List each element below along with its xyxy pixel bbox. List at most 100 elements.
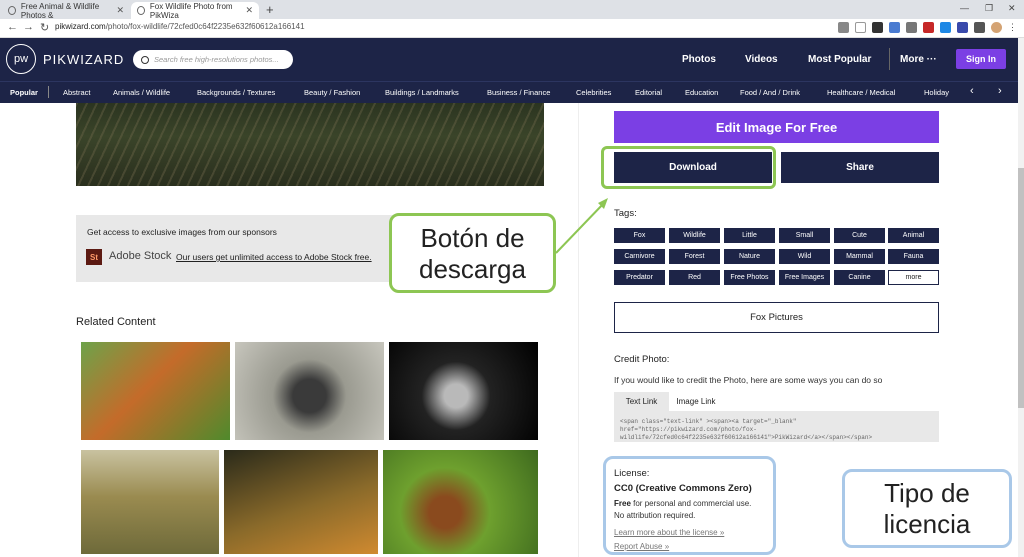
report-abuse-link[interactable]: Report Abuse » bbox=[614, 542, 669, 551]
globe-icon bbox=[137, 6, 145, 15]
chevron-left-icon[interactable]: ‹ bbox=[970, 85, 974, 97]
tag-button[interactable]: Free Photos bbox=[724, 270, 775, 285]
browser-tab[interactable]: Free Animal & Wildlife Photos & ✕ bbox=[2, 2, 130, 20]
license-attribution: No attribution required. bbox=[614, 511, 696, 520]
license-name: CC0 (Creative Commons Zero) bbox=[614, 483, 752, 494]
category-item[interactable]: Editorial bbox=[635, 88, 662, 97]
related-image[interactable] bbox=[235, 342, 384, 440]
adobe-stock-link[interactable]: Our users get unlimited access to Adobe … bbox=[176, 252, 391, 262]
credit-code[interactable]: <span class="text-link" ><span><a target… bbox=[614, 411, 939, 442]
tags-label: Tags: bbox=[614, 208, 637, 219]
tag-button[interactable]: Canine bbox=[834, 270, 885, 285]
edit-image-button[interactable]: Edit Image For Free bbox=[614, 111, 939, 143]
tag-button[interactable]: Wildlife bbox=[669, 228, 720, 243]
divider bbox=[48, 86, 49, 98]
new-tab-button[interactable]: + bbox=[266, 2, 274, 17]
tag-button[interactable]: Forest bbox=[669, 249, 720, 264]
browser-tab-bar: Free Animal & Wildlife Photos & ✕ Fox Wi… bbox=[0, 0, 1024, 20]
close-icon[interactable]: ✕ bbox=[116, 5, 124, 16]
callout-line: licencia bbox=[883, 509, 971, 539]
category-item[interactable]: Animals / Wildlife bbox=[113, 88, 170, 97]
window-close-icon[interactable]: ✕ bbox=[1008, 3, 1016, 14]
url-path: /photo/fox-wildlife/72cfed0c64f2235e632f… bbox=[105, 22, 305, 31]
fox-pictures-button[interactable]: Fox Pictures bbox=[614, 302, 939, 333]
extension-icon[interactable] bbox=[889, 22, 900, 33]
tag-button[interactable]: Animal bbox=[888, 228, 939, 243]
nav-videos[interactable]: Videos bbox=[745, 54, 778, 65]
globe-icon bbox=[8, 6, 16, 15]
sign-in-button[interactable]: Sign In bbox=[956, 49, 1006, 69]
logo[interactable]: pw bbox=[6, 44, 36, 74]
sponsor-title: Get access to exclusive images from our … bbox=[87, 227, 277, 237]
tag-button[interactable]: Carnivore bbox=[614, 249, 665, 264]
tag-button[interactable]: Fauna bbox=[888, 249, 939, 264]
category-item[interactable]: Backgrounds / Textures bbox=[197, 88, 275, 97]
tag-button[interactable]: Fox bbox=[614, 228, 665, 243]
related-image[interactable] bbox=[224, 450, 378, 554]
avatar[interactable] bbox=[991, 22, 1002, 33]
divider bbox=[889, 48, 890, 70]
related-image[interactable] bbox=[81, 450, 219, 554]
search-icon bbox=[141, 55, 149, 64]
credit-description: If you would like to credit the Photo, h… bbox=[614, 375, 883, 385]
share-button[interactable]: Share bbox=[781, 152, 939, 183]
category-popular[interactable]: Popular bbox=[10, 88, 38, 97]
category-item[interactable]: Food / And / Drink bbox=[740, 88, 800, 97]
nav-most-popular[interactable]: Most Popular bbox=[808, 54, 871, 65]
tag-button[interactable]: Mammal bbox=[834, 249, 885, 264]
tag-button[interactable]: Red bbox=[669, 270, 720, 285]
forward-icon[interactable]: → bbox=[23, 21, 34, 33]
chevron-right-icon[interactable]: › bbox=[998, 85, 1002, 97]
close-icon[interactable]: ✕ bbox=[245, 5, 253, 16]
minimize-icon[interactable]: — bbox=[960, 3, 969, 13]
divider bbox=[578, 103, 579, 557]
address-bar: ← → ↻ pikwizard.com/photo/fox-wildlife/7… bbox=[0, 19, 1024, 38]
tag-button[interactable]: Little bbox=[724, 228, 775, 243]
extension-icon[interactable] bbox=[940, 22, 951, 33]
scrollbar-thumb[interactable] bbox=[1018, 168, 1024, 408]
learn-more-link[interactable]: Learn more about the license » bbox=[614, 528, 724, 537]
category-item[interactable]: Celebrities bbox=[576, 88, 611, 97]
category-item[interactable]: Business / Finance bbox=[487, 88, 550, 97]
tag-button[interactable]: Predator bbox=[614, 270, 665, 285]
tab-text-link[interactable]: Text Link bbox=[614, 392, 669, 411]
menu-icon[interactable]: ⋮ bbox=[1008, 22, 1017, 33]
extension-icon[interactable] bbox=[872, 22, 883, 33]
extension-icon[interactable] bbox=[957, 22, 968, 33]
search-placeholder: Search free high-resolutions photos... bbox=[154, 55, 279, 64]
search-input[interactable]: Search free high-resolutions photos... bbox=[133, 50, 293, 69]
back-icon[interactable]: ← bbox=[7, 21, 18, 33]
extension-icon[interactable] bbox=[906, 22, 917, 33]
translate-icon[interactable] bbox=[838, 22, 849, 33]
category-item[interactable]: Abstract bbox=[63, 88, 91, 97]
maximize-icon[interactable]: ❐ bbox=[985, 3, 993, 14]
related-image[interactable] bbox=[389, 342, 538, 440]
category-item[interactable]: Beauty / Fashion bbox=[304, 88, 360, 97]
extension-icon[interactable] bbox=[923, 22, 934, 33]
reload-icon[interactable]: ↻ bbox=[40, 21, 49, 34]
star-icon[interactable] bbox=[855, 22, 866, 33]
tab-image-link[interactable]: Image Link bbox=[671, 392, 721, 411]
tag-button[interactable]: Cute bbox=[834, 228, 885, 243]
tag-button[interactable]: Free Images bbox=[779, 270, 830, 285]
category-item[interactable]: Healthcare / Medical bbox=[827, 88, 895, 97]
tag-button[interactable]: Wild bbox=[779, 249, 830, 264]
nav-photos[interactable]: Photos bbox=[682, 54, 716, 65]
puzzle-icon[interactable] bbox=[974, 22, 985, 33]
adobe-stock-logo: St bbox=[86, 249, 102, 265]
nav-more[interactable]: More ··· bbox=[900, 54, 937, 65]
tag-button[interactable]: Nature bbox=[724, 249, 775, 264]
tag-button[interactable]: Small bbox=[779, 228, 830, 243]
callout-line: Botón de bbox=[420, 223, 525, 253]
tab-title: Fox Wildlife Photo from PikWiza bbox=[149, 1, 233, 20]
brand-name[interactable]: PIKWIZARD bbox=[43, 52, 124, 67]
browser-tab-active[interactable]: Fox Wildlife Photo from PikWiza ✕ bbox=[131, 1, 259, 20]
credit-title: Credit Photo: bbox=[614, 354, 670, 365]
category-item[interactable]: Holiday bbox=[924, 88, 949, 97]
category-item[interactable]: Education bbox=[685, 88, 718, 97]
related-image[interactable] bbox=[81, 342, 230, 440]
more-tags-button[interactable]: more bbox=[888, 270, 939, 285]
url-field[interactable]: pikwizard.com/photo/fox-wildlife/72cfed0… bbox=[55, 22, 305, 31]
category-item[interactable]: Buildings / Landmarks bbox=[385, 88, 459, 97]
related-image[interactable] bbox=[383, 450, 538, 554]
